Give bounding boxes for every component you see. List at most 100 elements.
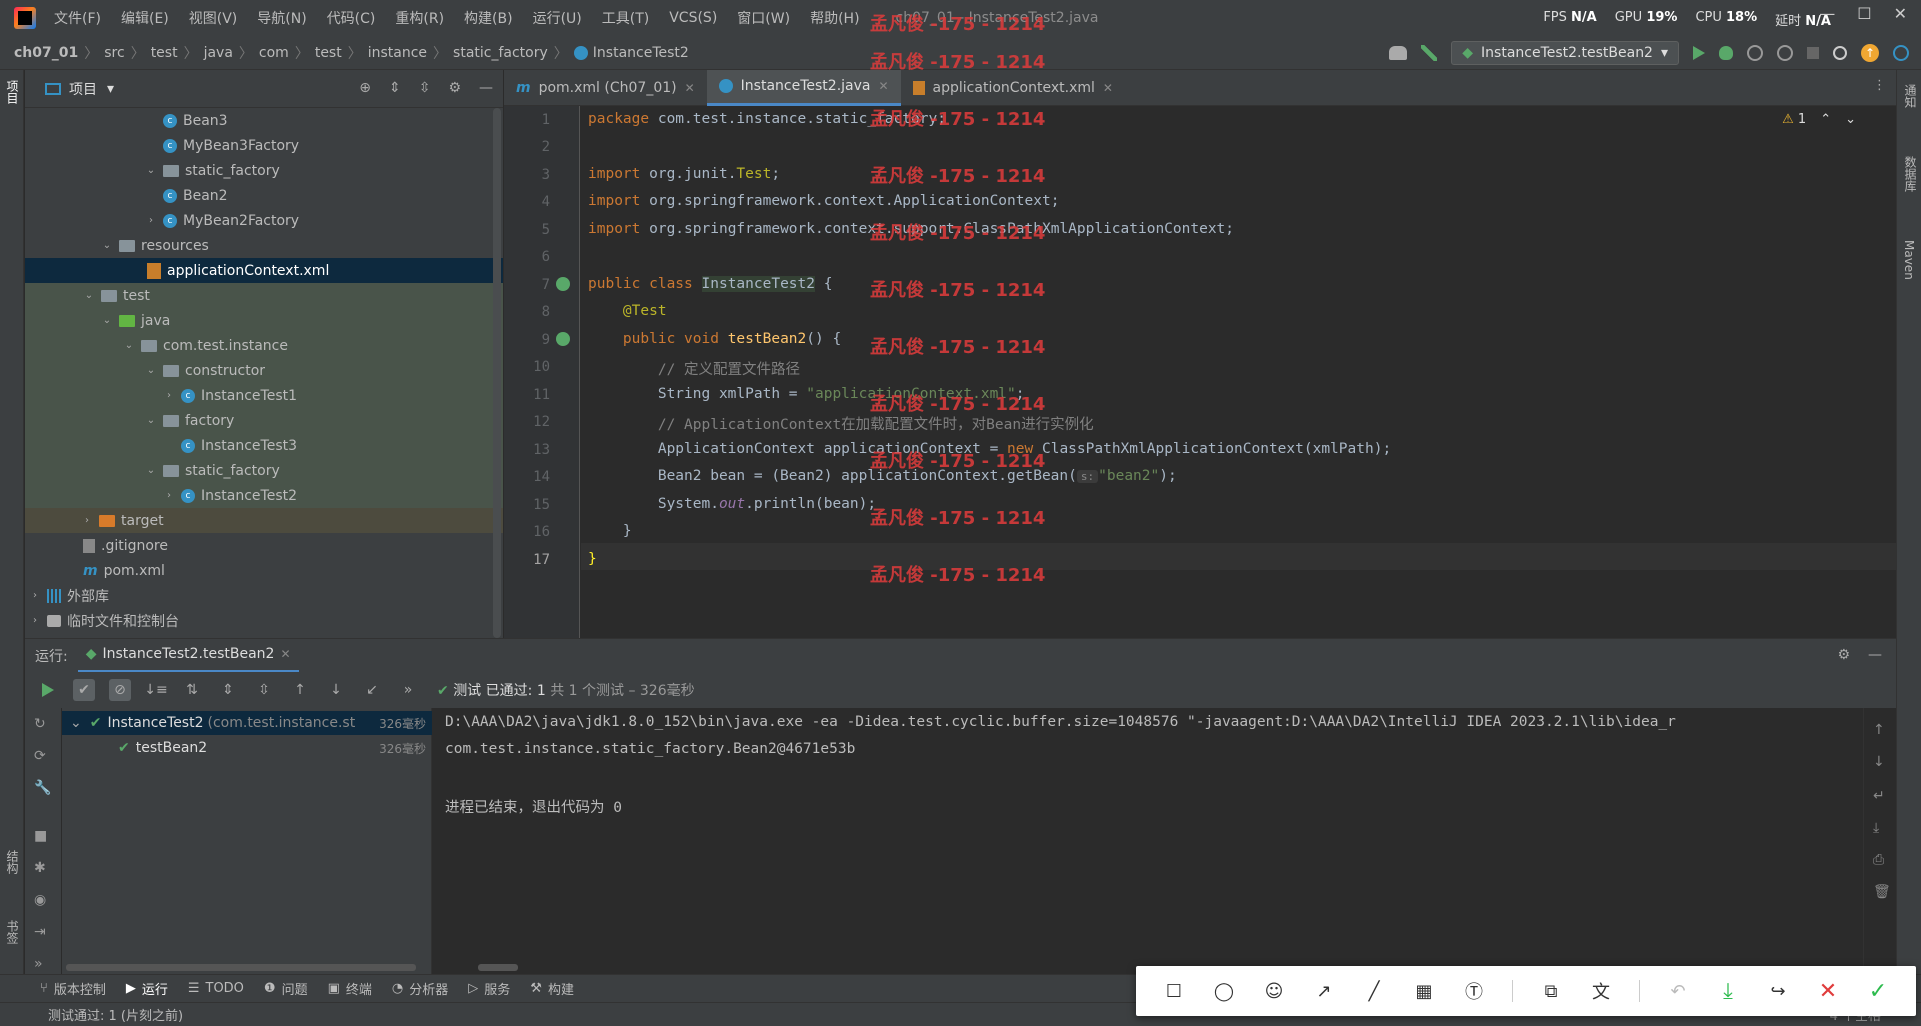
run-test-icon[interactable] [556,332,570,346]
test-row-class[interactable]: ⌄ ✔ InstanceTest2 (com.test.instance.st … [62,711,432,735]
close-icon[interactable]: ✕ [1894,4,1907,23]
tab-version-control[interactable]: ⑂ 版本控制 [40,979,106,998]
tab-applicationcontext-xml[interactable]: applicationContext.xml ✕ [901,70,1125,106]
more-tabs-icon[interactable]: ⋮ [1873,78,1886,93]
close-icon[interactable]: ✕ [280,647,290,661]
gear-icon[interactable]: ⚙ [1837,647,1850,663]
hide-icon[interactable]: — [479,80,493,96]
exit-icon[interactable]: ⇥ [34,924,52,942]
breadcrumb-project[interactable]: ch07_01 [14,45,78,61]
breadcrumb-test-pkg[interactable]: test [315,45,342,61]
arrow-tool-icon[interactable]: ↗ [1312,979,1336,1003]
maximize-icon[interactable]: ☐ [1857,4,1871,23]
chevron-down-icon[interactable]: ⌄ [123,340,135,351]
cancel-icon[interactable]: ✕ [1816,979,1840,1004]
update-icon[interactable]: ↑ [1861,44,1879,62]
breadcrumb-src[interactable]: src [104,45,124,61]
locate-icon[interactable]: ⊕ [359,80,371,96]
chevron-down-icon[interactable]: ⌄ [145,415,157,426]
sort-alpha-icon[interactable]: ↓≡ [144,679,167,701]
tab-build[interactable]: ⚒ 构建 [530,979,574,998]
more-icon[interactable]: » [34,956,52,974]
chevron-down-icon[interactable]: ⌄ [145,165,157,176]
chevron-right-icon[interactable]: › [163,390,175,401]
prev-failed-icon[interactable]: ↑ [289,679,311,701]
structure-tool-tab[interactable]: 结构 [4,850,21,874]
scroll-down-icon[interactable]: ↓ [1873,754,1889,770]
tab-pom-xml[interactable]: m pom.xml (Ch07_01) ✕ [504,70,707,106]
stop-icon[interactable]: ■ [34,828,52,846]
maven-tool-tab[interactable]: Maven [1902,240,1916,280]
chevron-down-icon[interactable]: ⌄ [101,315,113,326]
tree-item-test[interactable]: ⌄ test [25,283,503,308]
hide-icon[interactable]: — [1868,647,1882,663]
tree-item-instancetest2[interactable]: › c InstanceTest2 [25,483,503,508]
tree-item-gitignore[interactable]: .gitignore [25,533,503,558]
menu-refactor[interactable]: 重构(R) [395,8,444,28]
database-tool-tab[interactable]: 数据库 [1902,156,1919,192]
tab-terminal[interactable]: ▣ 终端 [328,979,372,998]
menu-navigate[interactable]: 导航(N) [257,8,306,28]
menu-vcs[interactable]: VCS(S) [669,10,717,26]
chevron-right-icon[interactable]: › [29,615,41,626]
tree-item-instancetest3[interactable]: c InstanceTest3 [25,433,503,458]
breadcrumb-com[interactable]: com [259,45,289,61]
gear-icon[interactable]: ⚙ [448,80,461,96]
next-failed-icon[interactable]: ↓ [325,679,347,701]
menu-build[interactable]: 构建(B) [464,8,513,28]
run-tab[interactable]: ◆ InstanceTest2.testBean2 ✕ [77,639,299,673]
more-icon[interactable]: » [397,679,419,701]
tree-item-scratches[interactable]: › 临时文件和控制台 [25,608,503,633]
confirm-icon[interactable]: ✓ [1866,979,1890,1004]
chevron-down-icon[interactable]: ⌄ [145,465,157,476]
project-tool-tab[interactable]: 项目 [4,80,21,104]
tree-item-applicationcontext-xml[interactable]: applicationContext.xml [25,258,503,283]
wrench-icon[interactable]: 🔧 [34,780,52,798]
tree-item-static-factory-test[interactable]: ⌄ static_factory [25,458,503,483]
run-test-icon[interactable] [556,277,570,291]
menu-run[interactable]: 运行(U) [533,8,582,28]
minimize-icon[interactable]: — [1819,4,1835,23]
trash-icon[interactable]: 🗑 [1873,884,1891,900]
tree-item-instancetest1[interactable]: › c InstanceTest1 [25,383,503,408]
ai-assistant-icon[interactable] [1893,45,1909,61]
project-scrollbar[interactable] [493,108,501,638]
coverage-icon[interactable] [1747,45,1763,61]
tree-item-pom-xml[interactable]: m pom.xml [25,558,503,583]
stop-icon[interactable] [1807,47,1819,59]
menu-edit[interactable]: 编辑(E) [121,8,169,28]
project-panel-title[interactable]: 项目 [69,79,97,99]
show-ignored-icon[interactable]: ⊘ [109,679,131,701]
chevron-down-icon[interactable]: ⌄ [145,365,157,376]
scroll-to-end-icon[interactable]: ⤓ [1873,820,1889,836]
chevron-down-icon[interactable]: ⌄ [83,290,95,301]
profile-icon[interactable] [1777,45,1793,61]
tree-item-factory[interactable]: ⌄ factory [25,408,503,433]
tab-todo[interactable]: ☰ TODO [188,981,244,996]
tab-services[interactable]: ▷ 服务 [468,979,510,998]
collapse-all-icon[interactable]: ⇳ [419,80,431,96]
menu-code[interactable]: 代码(C) [327,8,376,28]
debug-icon[interactable] [1719,46,1733,60]
tree-item-java[interactable]: ⌄ java [25,308,503,333]
close-icon[interactable]: ✕ [878,79,888,93]
rectangle-tool-icon[interactable]: ☐ [1162,979,1186,1003]
print-icon[interactable]: ⎙ [1873,852,1889,868]
notifications-tool-tab[interactable]: 通知 [1902,84,1919,108]
mosaic-tool-icon[interactable]: ▦ [1412,979,1436,1003]
console-output[interactable]: D:\AAA\DA2\java\jdk1.8.0_152\bin\java.ex… [433,708,1863,974]
rerun-icon[interactable] [37,679,59,701]
breadcrumb-java[interactable]: java [204,45,233,61]
tree-item-constructor[interactable]: ⌄ constructor [25,358,503,383]
tree-item-bean2[interactable]: c Bean2 [25,183,503,208]
chevron-right-icon[interactable]: › [29,590,41,601]
tree-item-com-test-instance[interactable]: ⌄ com.test.instance [25,333,503,358]
menu-tools[interactable]: 工具(T) [602,8,649,28]
scroll-up-icon[interactable]: ↑ [1873,722,1889,738]
translate-tool-icon[interactable]: 文 [1589,979,1613,1003]
close-icon[interactable]: ✕ [685,81,695,95]
tab-instancetest2-java[interactable]: InstanceTest2.java ✕ [706,69,901,106]
tab-run[interactable]: ▶ 运行 [126,979,168,998]
tab-profiler[interactable]: ◔ 分析器 [392,979,448,998]
search-icon[interactable] [1833,46,1847,60]
